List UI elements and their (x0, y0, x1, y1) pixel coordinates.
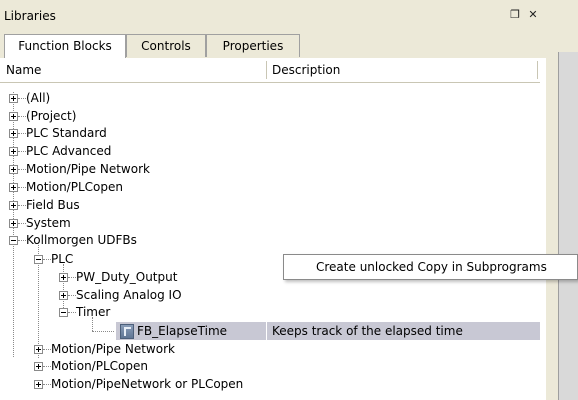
expand-icon[interactable] (9, 165, 18, 174)
tree-connector (18, 223, 26, 224)
column-divider[interactable] (537, 61, 538, 79)
tree-connector (18, 240, 26, 241)
tree-connector (68, 312, 76, 313)
tree-connector (18, 205, 26, 206)
tab-bar: Function Blocks Controls Properties (0, 34, 546, 59)
collapse-icon[interactable] (59, 308, 68, 317)
tree-item-motion-pipenetwork-or-plcopen[interactable]: Motion/PipeNetwork or PLCopen (51, 376, 243, 392)
expand-icon[interactable] (34, 362, 43, 371)
panel-titlebar: Libraries ❐ ✕ (0, 0, 546, 35)
column-description[interactable]: Description (272, 58, 340, 82)
tree-connector (43, 259, 51, 260)
expand-icon[interactable] (9, 219, 18, 228)
float-icon[interactable]: ❐ (508, 8, 522, 22)
tree-connector (18, 169, 26, 170)
column-name[interactable]: Name (6, 58, 41, 82)
tree-connector (18, 116, 26, 117)
tree-connector (92, 317, 93, 331)
tree-connector (92, 331, 114, 332)
tree-connector (68, 277, 76, 278)
adjacent-panel-edge (558, 52, 578, 400)
fb-elapsetime-description: Keeps track of the elapsed time (272, 324, 463, 338)
tab-label: Controls (141, 39, 191, 53)
tree-connector (18, 133, 26, 134)
expand-icon[interactable] (9, 201, 18, 210)
context-menu: Create unlocked Copy in Subprograms (283, 254, 578, 280)
panel-title: Libraries (4, 9, 56, 23)
expand-icon[interactable] (9, 112, 18, 121)
tree-item-plc-standard[interactable]: PLC Standard (26, 125, 107, 141)
tree-connector (63, 264, 64, 312)
expand-icon[interactable] (59, 273, 68, 282)
library-tree: (All) (Project) PLC Standard PLC Advance… (0, 82, 540, 400)
expand-icon[interactable] (34, 345, 43, 354)
libraries-panel: Libraries ❐ ✕ Function Blocks Controls P… (0, 0, 546, 400)
expand-icon[interactable] (9, 129, 18, 138)
tree-connector (68, 295, 76, 296)
close-icon[interactable]: ✕ (526, 8, 540, 22)
expand-icon[interactable] (9, 94, 18, 103)
tab-controls[interactable]: Controls (126, 34, 206, 57)
expand-icon[interactable] (9, 183, 18, 192)
expand-icon[interactable] (34, 380, 43, 389)
tree-item-scaling-analog-io[interactable]: Scaling Analog IO (76, 287, 182, 303)
tree-connector (43, 384, 51, 385)
tab-label: Properties (222, 39, 284, 53)
tree-item-motion-pipe-network[interactable]: Motion/Pipe Network (26, 161, 150, 177)
collapse-icon[interactable] (34, 255, 43, 264)
column-header: Name Description (0, 58, 540, 83)
menu-item-create-unlocked-copy[interactable]: Create unlocked Copy in Subprograms (316, 260, 547, 274)
tree-item-pw-duty-output[interactable]: PW_Duty_Output (76, 269, 177, 285)
collapse-icon[interactable] (9, 236, 18, 245)
expand-icon[interactable] (9, 147, 18, 156)
tree-item-motion-pipe-network-udfb[interactable]: Motion/Pipe Network (51, 341, 175, 357)
tree-item-project[interactable]: (Project) (26, 108, 76, 124)
column-divider[interactable] (266, 61, 267, 79)
function-block-icon (120, 324, 134, 339)
column-divider (266, 322, 267, 340)
tree-item-fb-elapsetime[interactable]: FB_ElapseTime (137, 323, 227, 339)
tree-item-field-bus[interactable]: Field Bus (26, 197, 80, 213)
tree-item-all[interactable]: (All) (26, 90, 50, 106)
tree-item-timer[interactable]: Timer (76, 304, 110, 320)
tree-connector (43, 349, 51, 350)
tree-item-system[interactable]: System (26, 215, 71, 231)
tree-item-motion-plcopen-udfb[interactable]: Motion/PLCopen (51, 358, 148, 374)
tree-connector (18, 187, 26, 188)
tree-connector (18, 151, 26, 152)
tree-item-motion-plcopen[interactable]: Motion/PLCopen (26, 179, 123, 195)
tab-label: Function Blocks (18, 39, 112, 53)
tree-connector (43, 366, 51, 367)
expand-icon[interactable] (59, 291, 68, 300)
tree-connector (18, 98, 26, 99)
tree-item-kollmorgen-udfbs[interactable]: Kollmorgen UDFBs (26, 232, 137, 248)
tab-function-blocks[interactable]: Function Blocks (4, 34, 126, 59)
tree-item-plc-advanced[interactable]: PLC Advanced (26, 143, 111, 159)
tab-properties[interactable]: Properties (206, 34, 300, 57)
